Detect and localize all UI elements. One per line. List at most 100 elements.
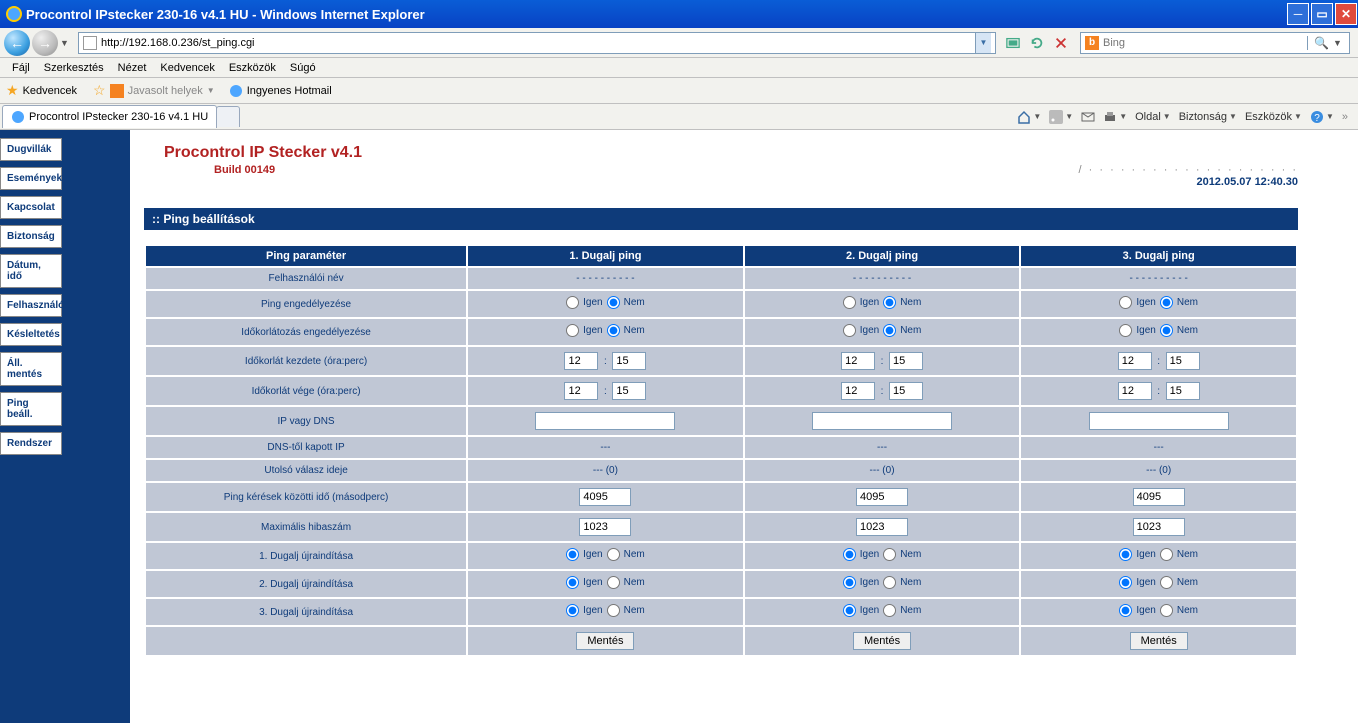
hour-input[interactable] [1118, 382, 1152, 400]
feeds-button[interactable]: ▼ [1049, 110, 1073, 124]
radio-no[interactable] [607, 324, 620, 337]
favorites-label[interactable]: Kedvencek [23, 85, 77, 97]
radio-yes[interactable] [566, 548, 579, 561]
min-input[interactable] [1166, 352, 1200, 370]
radio-yes[interactable] [843, 324, 856, 337]
sidebar-item-user[interactable]: Felhasználó [0, 294, 62, 317]
radio-no[interactable] [1160, 296, 1173, 309]
min-input[interactable] [1166, 382, 1200, 400]
interval-input[interactable] [579, 488, 631, 506]
save-button[interactable]: Mentés [1130, 632, 1188, 650]
sidebar-item-delay[interactable]: Késleltetés [0, 323, 62, 346]
radio-no[interactable] [1160, 324, 1173, 337]
radio-yes[interactable] [843, 296, 856, 309]
address-input[interactable] [101, 37, 971, 49]
forward-button[interactable]: → [32, 30, 58, 56]
interval-input[interactable] [1133, 488, 1185, 506]
sidebar-item-statesave[interactable]: Áll. mentés [0, 352, 62, 386]
menu-tools[interactable]: Eszközök [223, 60, 282, 76]
radio-yes[interactable] [843, 604, 856, 617]
minimize-button[interactable]: ─ [1287, 3, 1309, 25]
maxerr-input[interactable] [1133, 518, 1185, 536]
close-button[interactable]: ✕ [1335, 3, 1357, 25]
radio-no[interactable] [883, 604, 896, 617]
hour-input[interactable] [841, 352, 875, 370]
sidebar-item-security[interactable]: Biztonság [0, 225, 62, 248]
window-titlebar: Procontrol IPstecker 230-16 v4.1 HU - Wi… [0, 0, 1358, 28]
radio-no[interactable] [883, 324, 896, 337]
radio-yes[interactable] [1119, 324, 1132, 337]
menu-edit[interactable]: Szerkesztés [38, 60, 110, 76]
print-button[interactable]: ▼ [1103, 110, 1127, 124]
radio-no[interactable] [1160, 576, 1173, 589]
back-button[interactable]: ← [4, 30, 30, 56]
radio-no[interactable] [607, 548, 620, 561]
min-input[interactable] [889, 352, 923, 370]
radio-no[interactable] [607, 604, 620, 617]
new-tab-button[interactable] [216, 106, 240, 127]
sidebar-item-datetime[interactable]: Dátum, idő [0, 254, 62, 288]
sidebar-item-plugs[interactable]: Dugvillák [0, 138, 62, 161]
radio-yes[interactable] [1119, 296, 1132, 309]
radio-yes[interactable] [1119, 576, 1132, 589]
interval-input[interactable] [856, 488, 908, 506]
min-input[interactable] [889, 382, 923, 400]
stop-button[interactable] [1050, 32, 1072, 54]
radio-no[interactable] [607, 576, 620, 589]
sidebar-item-ping[interactable]: Ping beáll. [0, 392, 62, 426]
radio-no[interactable] [607, 296, 620, 309]
menu-file[interactable]: Fájl [6, 60, 36, 76]
tab-active[interactable]: Procontrol IPstecker 230-16 v4.1 HU [2, 105, 217, 128]
search-box[interactable]: b 🔍 ▼ [1080, 32, 1350, 54]
radio-no[interactable] [1160, 604, 1173, 617]
tools-menu[interactable]: Eszközök▼ [1245, 111, 1302, 123]
search-dropdown[interactable]: ▼ [1333, 38, 1345, 48]
hour-input[interactable] [564, 352, 598, 370]
radio-no[interactable] [883, 576, 896, 589]
min-input[interactable] [612, 382, 646, 400]
home-button[interactable]: ▼ [1017, 110, 1041, 124]
menu-favorites[interactable]: Kedvencek [154, 60, 220, 76]
radio-yes[interactable] [566, 296, 579, 309]
radio-yes[interactable] [843, 576, 856, 589]
menu-help[interactable]: Súgó [284, 60, 322, 76]
address-dropdown[interactable]: ▼ [975, 33, 991, 53]
radio-no[interactable] [883, 296, 896, 309]
page-menu[interactable]: Oldal▼ [1135, 111, 1171, 123]
radio-no[interactable] [883, 548, 896, 561]
radio-no[interactable] [1160, 548, 1173, 561]
maxerr-input[interactable] [579, 518, 631, 536]
hour-input[interactable] [841, 382, 875, 400]
mail-button[interactable] [1081, 110, 1095, 124]
hotmail-link[interactable]: Ingyenes Hotmail [247, 85, 332, 97]
hour-input[interactable] [1118, 352, 1152, 370]
maxerr-input[interactable] [856, 518, 908, 536]
sidebar-item-connection[interactable]: Kapcsolat [0, 196, 62, 219]
maximize-button[interactable]: ▭ [1311, 3, 1333, 25]
refresh-button[interactable] [1026, 32, 1048, 54]
menu-view[interactable]: Nézet [112, 60, 153, 76]
save-button[interactable]: Mentés [853, 632, 911, 650]
sidebar-item-events[interactable]: Események [0, 167, 62, 190]
hour-input[interactable] [564, 382, 598, 400]
radio-yes[interactable] [1119, 548, 1132, 561]
ipdns-input[interactable] [535, 412, 675, 430]
help-button[interactable]: ?▼ [1310, 110, 1334, 124]
compat-view-button[interactable] [1002, 32, 1024, 54]
safety-menu[interactable]: Biztonság▼ [1179, 111, 1237, 123]
radio-yes[interactable] [566, 324, 579, 337]
search-button[interactable]: 🔍 [1307, 36, 1329, 50]
nav-history-dropdown[interactable]: ▼ [60, 38, 72, 48]
sidebar-item-system[interactable]: Rendszer [0, 432, 62, 455]
radio-yes[interactable] [566, 604, 579, 617]
ipdns-input[interactable] [1089, 412, 1229, 430]
radio-yes[interactable] [1119, 604, 1132, 617]
radio-yes[interactable] [843, 548, 856, 561]
save-button[interactable]: Mentés [576, 632, 634, 650]
address-bar[interactable]: ▼ [78, 32, 996, 54]
min-input[interactable] [612, 352, 646, 370]
search-input[interactable] [1103, 37, 1303, 49]
suggested-sites-link[interactable]: Javasolt helyek [128, 85, 203, 97]
radio-yes[interactable] [566, 576, 579, 589]
ipdns-input[interactable] [812, 412, 952, 430]
